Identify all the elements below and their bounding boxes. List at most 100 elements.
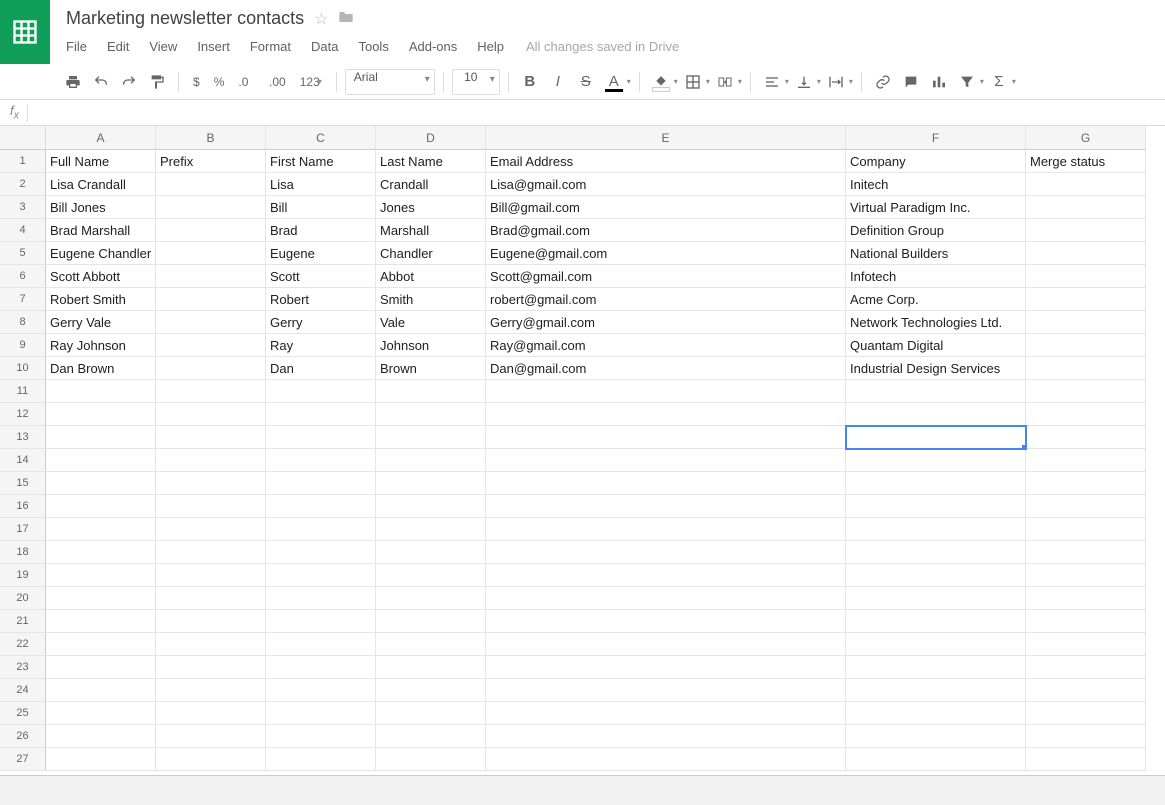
cell-D7[interactable]: Smith (376, 288, 486, 311)
cell-A12[interactable] (46, 403, 156, 426)
cell-F11[interactable] (846, 380, 1026, 403)
cell-B4[interactable] (156, 219, 266, 242)
cell-G16[interactable] (1026, 495, 1146, 518)
row-header-7[interactable]: 7 (0, 288, 46, 311)
cell-A26[interactable] (46, 725, 156, 748)
cell-B17[interactable] (156, 518, 266, 541)
spreadsheet-grid[interactable]: ABCDEFG1Full NamePrefixFirst NameLast Na… (0, 126, 1165, 775)
row-header-15[interactable]: 15 (0, 472, 46, 495)
cell-F20[interactable] (846, 587, 1026, 610)
cell-E7[interactable]: robert@gmail.com (486, 288, 846, 311)
cell-C17[interactable] (266, 518, 376, 541)
col-header-G[interactable]: G (1026, 126, 1146, 150)
row-header-22[interactable]: 22 (0, 633, 46, 656)
cell-A18[interactable] (46, 541, 156, 564)
cell-F4[interactable]: Definition Group (846, 219, 1026, 242)
cell-B16[interactable] (156, 495, 266, 518)
cell-C16[interactable] (266, 495, 376, 518)
cell-B26[interactable] (156, 725, 266, 748)
filter-dropdown[interactable]: ▾ (980, 77, 984, 86)
cell-B21[interactable] (156, 610, 266, 633)
text-color-icon[interactable]: A (601, 69, 627, 95)
row-header-1[interactable]: 1 (0, 150, 46, 173)
menu-add-ons[interactable]: Add-ons (399, 35, 467, 58)
cell-D5[interactable]: Chandler (376, 242, 486, 265)
cell-E22[interactable] (486, 633, 846, 656)
cell-B6[interactable] (156, 265, 266, 288)
cell-E5[interactable]: Eugene@gmail.com (486, 242, 846, 265)
cell-G1[interactable]: Merge status (1026, 150, 1146, 173)
row-header-6[interactable]: 6 (0, 265, 46, 288)
cell-E17[interactable] (486, 518, 846, 541)
row-header-14[interactable]: 14 (0, 449, 46, 472)
menu-format[interactable]: Format (240, 35, 301, 58)
cell-E3[interactable]: Bill@gmail.com (486, 196, 846, 219)
col-header-B[interactable]: B (156, 126, 266, 150)
cell-E1[interactable]: Email Address (486, 150, 846, 173)
halign-dropdown[interactable]: ▾ (785, 77, 789, 86)
cell-C21[interactable] (266, 610, 376, 633)
cell-E18[interactable] (486, 541, 846, 564)
cell-E15[interactable] (486, 472, 846, 495)
cell-C8[interactable]: Gerry (266, 311, 376, 334)
cell-A5[interactable]: Eugene Chandler (46, 242, 156, 265)
cell-E23[interactable] (486, 656, 846, 679)
cell-D25[interactable] (376, 702, 486, 725)
cell-G21[interactable] (1026, 610, 1146, 633)
row-header-20[interactable]: 20 (0, 587, 46, 610)
functions-dropdown[interactable]: ▾ (1012, 77, 1016, 86)
row-header-12[interactable]: 12 (0, 403, 46, 426)
cell-A14[interactable] (46, 449, 156, 472)
cell-A9[interactable]: Ray Johnson (46, 334, 156, 357)
cell-G6[interactable] (1026, 265, 1146, 288)
row-header-27[interactable]: 27 (0, 748, 46, 771)
cell-F22[interactable] (846, 633, 1026, 656)
cell-G9[interactable] (1026, 334, 1146, 357)
valign-dropdown[interactable]: ▾ (817, 77, 821, 86)
cell-F18[interactable] (846, 541, 1026, 564)
text-color-dropdown[interactable]: ▾ (627, 77, 631, 86)
cell-G22[interactable] (1026, 633, 1146, 656)
cell-C25[interactable] (266, 702, 376, 725)
cell-D12[interactable] (376, 403, 486, 426)
cell-G8[interactable] (1026, 311, 1146, 334)
cell-C15[interactable] (266, 472, 376, 495)
cell-G11[interactable] (1026, 380, 1146, 403)
cell-B3[interactable] (156, 196, 266, 219)
cell-F3[interactable]: Virtual Paradigm Inc. (846, 196, 1026, 219)
sheet-tabs[interactable] (0, 775, 1165, 805)
cell-F10[interactable]: Industrial Design Services (846, 357, 1026, 380)
col-header-A[interactable]: A (46, 126, 156, 150)
cell-C20[interactable] (266, 587, 376, 610)
cell-A4[interactable]: Brad Marshall (46, 219, 156, 242)
text-wrap-icon[interactable] (823, 69, 849, 95)
cell-B13[interactable] (156, 426, 266, 449)
cell-B22[interactable] (156, 633, 266, 656)
cell-A8[interactable]: Gerry Vale (46, 311, 156, 334)
cell-D26[interactable] (376, 725, 486, 748)
cell-A1[interactable]: Full Name (46, 150, 156, 173)
row-header-2[interactable]: 2 (0, 173, 46, 196)
folder-icon[interactable] (338, 9, 354, 28)
cell-C23[interactable] (266, 656, 376, 679)
formula-input[interactable] (28, 100, 1165, 125)
cell-F5[interactable]: National Builders (846, 242, 1026, 265)
row-header-21[interactable]: 21 (0, 610, 46, 633)
cell-E11[interactable] (486, 380, 846, 403)
borders-icon[interactable] (680, 69, 706, 95)
cell-C11[interactable] (266, 380, 376, 403)
functions-icon[interactable]: Σ (986, 69, 1012, 95)
cell-A3[interactable]: Bill Jones (46, 196, 156, 219)
strikethrough-icon[interactable]: S (573, 69, 599, 95)
cell-B12[interactable] (156, 403, 266, 426)
cell-F19[interactable] (846, 564, 1026, 587)
borders-dropdown[interactable]: ▾ (706, 77, 710, 86)
cell-C13[interactable] (266, 426, 376, 449)
cell-D14[interactable] (376, 449, 486, 472)
cell-F1[interactable]: Company (846, 150, 1026, 173)
col-header-E[interactable]: E (486, 126, 846, 150)
cell-D9[interactable]: Johnson (376, 334, 486, 357)
cell-E27[interactable] (486, 748, 846, 771)
cell-G10[interactable] (1026, 357, 1146, 380)
decrease-decimal[interactable]: .0 (232, 69, 261, 95)
